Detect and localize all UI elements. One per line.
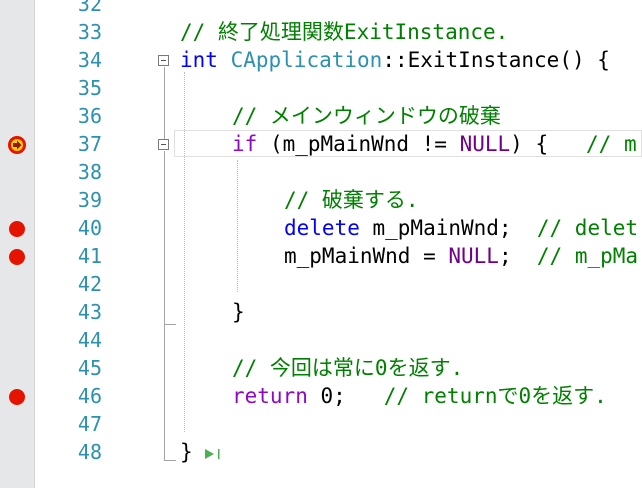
code-token: CApplication bbox=[230, 48, 383, 72]
outline-line bbox=[164, 67, 165, 139]
line-number: 35 bbox=[77, 76, 102, 100]
code-token: // m_pMa bbox=[536, 244, 639, 268]
outline-line bbox=[164, 151, 165, 460]
line-number: 32 bbox=[77, 0, 102, 16]
code-text: delete m_pMainWnd; // delet bbox=[284, 214, 638, 242]
code-line[interactable]: 45 // 今回は常に0を返す. bbox=[0, 354, 642, 382]
collapse-icon[interactable] bbox=[158, 55, 169, 66]
code-token: NULL bbox=[448, 244, 499, 268]
code-text: } bbox=[180, 438, 193, 466]
code-token: // 終了処理関数ExitInstance. bbox=[180, 20, 509, 44]
code-text: // 終了処理関数ExitInstance. bbox=[180, 18, 508, 46]
line-number: 36 bbox=[77, 104, 102, 128]
outline-end bbox=[164, 460, 176, 461]
line-number: 38 bbox=[77, 160, 102, 184]
line-number: 48 bbox=[77, 440, 102, 464]
line-number: 39 bbox=[77, 188, 102, 212]
line-number: 44 bbox=[77, 328, 102, 352]
code-text: } bbox=[232, 298, 245, 326]
code-token: // 破棄する. bbox=[284, 188, 419, 212]
code-token: m_pMainWnd; bbox=[359, 216, 537, 240]
breakpoint-icon[interactable] bbox=[9, 249, 25, 265]
code-line[interactable]: 44 bbox=[0, 326, 642, 354]
code-line[interactable]: 33 // 終了処理関数ExitInstance. bbox=[0, 18, 642, 46]
outline-end bbox=[164, 324, 176, 325]
line-number: 47 bbox=[77, 412, 102, 436]
code-text: return 0; // returnで0を返す. bbox=[232, 382, 607, 410]
code-line[interactable]: 38 bbox=[0, 158, 642, 186]
code-line[interactable]: 43} bbox=[0, 298, 642, 326]
code-token: delete bbox=[284, 216, 360, 240]
current-statement-icon[interactable] bbox=[8, 136, 26, 154]
code-line[interactable]: 39 // 破棄する. bbox=[0, 186, 642, 214]
code-text: // 今回は常に0を返す. bbox=[232, 354, 463, 382]
code-line[interactable]: 32 bbox=[0, 0, 642, 18]
code-token: ::ExitInstance() { bbox=[382, 48, 610, 72]
code-token: int bbox=[180, 48, 218, 72]
line-number: 34 bbox=[77, 48, 102, 72]
code-token: // returnで0を返す. bbox=[383, 384, 607, 408]
line-number: 41 bbox=[77, 244, 102, 268]
code-line[interactable]: 41 m_pMainWnd = NULL; // m_pMa bbox=[0, 242, 642, 270]
code-token: ; bbox=[498, 244, 537, 268]
code-text: // メインウィンドウの破棄 bbox=[232, 102, 501, 130]
code-token: return bbox=[232, 384, 308, 408]
collapse-icon[interactable] bbox=[158, 139, 169, 150]
line-number: 43 bbox=[77, 300, 102, 324]
code-line[interactable]: 46 return 0; // returnで0を返す. bbox=[0, 382, 642, 410]
breakpoint-icon[interactable] bbox=[9, 389, 25, 405]
indent-guide bbox=[237, 160, 238, 292]
code-token: } bbox=[180, 440, 193, 464]
line-number: 45 bbox=[77, 356, 102, 380]
line-number: 37 bbox=[77, 132, 102, 156]
code-line[interactable]: 47 bbox=[0, 410, 642, 438]
code-token: // delet bbox=[536, 216, 639, 240]
code-token: 0; bbox=[307, 384, 384, 408]
code-line[interactable]: 35 bbox=[0, 74, 642, 102]
code-token: // メインウィンドウの破棄 bbox=[232, 104, 501, 128]
code-text: int CApplication::ExitInstance() { bbox=[180, 46, 610, 74]
code-token: // 今回は常に0を返す. bbox=[232, 356, 464, 380]
code-token: } bbox=[232, 300, 245, 324]
indent-guide bbox=[184, 72, 185, 432]
code-line[interactable]: 34 int CApplication::ExitInstance() { bbox=[0, 46, 642, 74]
code-line[interactable]: 48} bbox=[0, 438, 642, 466]
line-number: 46 bbox=[77, 384, 102, 408]
run-to-click-icon[interactable] bbox=[204, 446, 222, 460]
line-number: 33 bbox=[77, 20, 102, 44]
current-line-highlight bbox=[174, 130, 642, 157]
code-text: m_pMainWnd = NULL; // m_pMa bbox=[284, 242, 638, 270]
line-number: 40 bbox=[77, 216, 102, 240]
code-line[interactable]: 36 // メインウィンドウの破棄 bbox=[0, 102, 642, 130]
code-line[interactable]: 42 bbox=[0, 270, 642, 298]
code-line[interactable]: 40 delete m_pMainWnd; // delet bbox=[0, 214, 642, 242]
code-text: // 破棄する. bbox=[284, 186, 419, 214]
line-number: 42 bbox=[77, 272, 102, 296]
breakpoint-icon[interactable] bbox=[9, 221, 25, 237]
code-token: m_pMainWnd = bbox=[284, 244, 449, 268]
